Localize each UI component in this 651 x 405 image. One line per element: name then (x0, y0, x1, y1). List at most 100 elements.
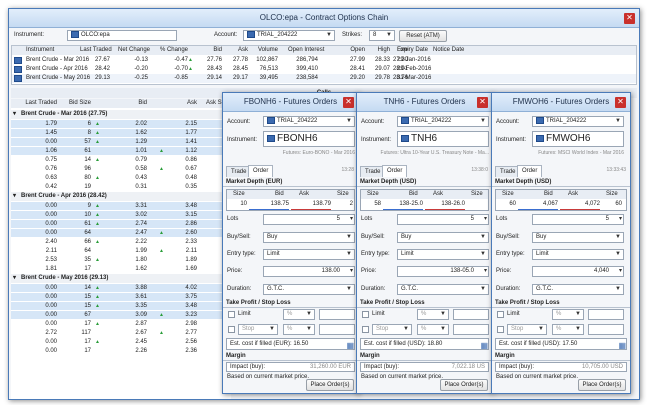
calls-row[interactable]: 0.00 61 2.74 2.86 ▲ (11, 220, 231, 229)
stop-checkbox[interactable] (497, 326, 504, 333)
limit-checkbox[interactable] (228, 311, 235, 318)
instrument-input[interactable]: TNH6 (397, 131, 489, 147)
depth-ask[interactable]: 138-26.0 (425, 200, 465, 210)
calculator-icon[interactable]: ▦ (618, 341, 626, 350)
instrument-input[interactable]: FMWOH6 (532, 131, 624, 147)
lots-stepper[interactable]: 5 ▾ (397, 214, 489, 225)
col-header[interactable]: Ask (218, 46, 248, 55)
depth-row[interactable]: 60 4,067 4,072 60 (496, 200, 626, 210)
calls-col-header[interactable]: Bid (101, 99, 147, 108)
limit-pct-select[interactable]: % ▼ (417, 309, 449, 320)
col-header[interactable]: Volume (248, 46, 278, 55)
stop-checkbox[interactable] (228, 326, 235, 333)
calls-col-header[interactable]: Last Traded (19, 99, 57, 108)
calls-row[interactable]: 0.76 96 0.58 0.67 ▲ (11, 165, 231, 174)
limit-value-input[interactable] (319, 309, 355, 320)
stepper-icon[interactable]: ▾ (484, 215, 487, 224)
calls-col-header[interactable]: Bid Size (65, 99, 91, 108)
col-header[interactable]: Net Change (118, 46, 150, 55)
collapse-icon[interactable]: ▾ (13, 110, 16, 119)
account-select[interactable]: TRIAL_204222 ▼ (397, 116, 489, 127)
account-select[interactable]: TRIAL_204222 ▼ (532, 116, 624, 127)
tab-order[interactable]: Order (382, 165, 408, 177)
stepper-icon[interactable]: ▾ (350, 215, 353, 224)
stop-value-input[interactable] (453, 324, 489, 335)
depth-ask[interactable]: 138.79 (291, 200, 331, 210)
close-button[interactable]: ✕ (343, 97, 354, 108)
col-header[interactable]: Expiry Date (397, 46, 428, 55)
col-header[interactable]: Last Traded (80, 46, 112, 55)
side-select[interactable]: Buy ▼ (397, 232, 489, 243)
collapse-icon[interactable]: ▾ (13, 192, 16, 201)
calls-row[interactable]: 1.79 6 2.02 2.15 ▲ (11, 120, 231, 129)
calls-row[interactable]: 0.00 17 2.45 2.56 ▲ (11, 338, 231, 347)
limit-checkbox[interactable] (497, 311, 504, 318)
place-order-button[interactable]: Place Order(s) (578, 379, 626, 391)
col-header[interactable]: % Change (158, 46, 188, 55)
strikes-select[interactable]: 8 ▼ (369, 30, 395, 41)
stop-pct-select[interactable]: % ▼ (552, 324, 584, 335)
stepper-icon[interactable]: ▾ (619, 267, 622, 276)
close-button[interactable]: ✕ (624, 13, 635, 24)
stop-type-select[interactable]: Stop ▼ (238, 324, 278, 335)
col-header[interactable]: Open Interest (288, 46, 324, 55)
depth-ask[interactable]: 4,072 (560, 200, 600, 210)
calls-row[interactable]: 1.81 17 1.62 1.69 (11, 265, 231, 274)
calls-row[interactable]: 0.00 17 2.87 2.98 ▲ (11, 320, 231, 329)
stop-type-select[interactable]: Stop ▼ (507, 324, 547, 335)
entry-select[interactable]: Limit ▼ (532, 249, 624, 260)
place-order-button[interactable]: Place Order(s) (440, 379, 488, 391)
calls-row[interactable]: 0.00 57 1.29 1.41 ▲ (11, 138, 231, 147)
col-header[interactable]: Notice Date (433, 46, 464, 55)
calls-row[interactable]: 0.00 15 3.61 3.75 ▲ (11, 293, 231, 302)
calls-row[interactable]: 0.00 67 3.09 3.23 ▲ (11, 311, 231, 320)
collapse-icon[interactable]: ▾ (13, 274, 16, 283)
calls-row[interactable]: 1.06 61 1.01 1.12 ▲ (11, 147, 231, 156)
duration-select[interactable]: G.T.C. ▼ (397, 284, 489, 295)
futures-row[interactable]: Brent Crude - Apr 2016 28.42 -0.20 -0.70 28.… (12, 65, 636, 74)
price-input[interactable]: 4,040 ▾ (532, 266, 624, 277)
depth-bid[interactable]: 4,067 (518, 200, 558, 210)
calculator-icon[interactable]: ▦ (480, 341, 488, 350)
stepper-icon[interactable]: ▾ (350, 267, 353, 276)
price-input[interactable]: 138.00 ▾ (263, 266, 355, 277)
stop-type-select[interactable]: Stop ▼ (372, 324, 412, 335)
reset-atm-button[interactable]: Reset (ATM) (399, 30, 447, 42)
entry-select[interactable]: Limit ▼ (263, 249, 355, 260)
limit-value-input[interactable] (588, 309, 624, 320)
depth-bid[interactable]: 138.75 (249, 200, 289, 210)
group-header[interactable]: ▾ Brent Crude - May 2016 (29.13) (11, 274, 231, 283)
stop-checkbox[interactable] (362, 326, 369, 333)
duration-select[interactable]: G.T.C. ▼ (263, 284, 355, 295)
calculator-icon[interactable]: ▦ (346, 341, 354, 350)
price-input[interactable]: 138-05.0 ▾ (397, 266, 489, 277)
futures-row[interactable]: Brent Crude - May 2016 29.13 -0.25 -0.85 29.… (12, 74, 636, 83)
instrument-input[interactable]: OLCO:epa (67, 30, 177, 41)
account-select[interactable]: TRIAL_204222 ▼ (243, 30, 335, 41)
calls-row[interactable]: 0.00 10 3.02 3.15 ▲ (11, 211, 231, 220)
entry-select[interactable]: Limit ▼ (397, 249, 489, 260)
close-button[interactable]: ✕ (477, 97, 488, 108)
close-button[interactable]: ✕ (615, 97, 626, 108)
depth-bid[interactable]: 138-25.0 (383, 200, 423, 210)
limit-pct-select[interactable]: % ▼ (283, 309, 315, 320)
group-header[interactable]: ▾ Brent Crude - Apr 2016 (28.42) (11, 192, 231, 201)
futures-row[interactable]: Brent Crude - Mar 2016 27.67 -0.13 -0.47 27.… (12, 56, 636, 65)
calls-row[interactable]: 0.75 14 0.79 0.86 ▲ (11, 156, 231, 165)
stepper-icon[interactable]: ▾ (484, 267, 487, 276)
tab-order[interactable]: Order (248, 165, 274, 177)
limit-value-input[interactable] (453, 309, 489, 320)
stop-pct-select[interactable]: % ▼ (417, 324, 449, 335)
duration-select[interactable]: G.T.C. ▼ (532, 284, 624, 295)
calls-row[interactable]: 2.53 35 1.80 1.89 ▲ (11, 256, 231, 265)
group-header[interactable]: ▾ Brent Crude - Mar 2016 (27.75) (11, 110, 231, 119)
stop-value-input[interactable] (319, 324, 355, 335)
stop-value-input[interactable] (588, 324, 624, 335)
calls-row[interactable]: 1.45 8 1.62 1.77 ▲ (11, 129, 231, 138)
limit-pct-select[interactable]: % ▼ (552, 309, 584, 320)
calls-row[interactable]: 0.00 64 2.47 2.60 ▲ (11, 229, 231, 238)
limit-checkbox[interactable] (362, 311, 369, 318)
lots-stepper[interactable]: 5 ▾ (532, 214, 624, 225)
calls-col-header[interactable]: Ask (151, 99, 197, 108)
lots-stepper[interactable]: 5 ▾ (263, 214, 355, 225)
